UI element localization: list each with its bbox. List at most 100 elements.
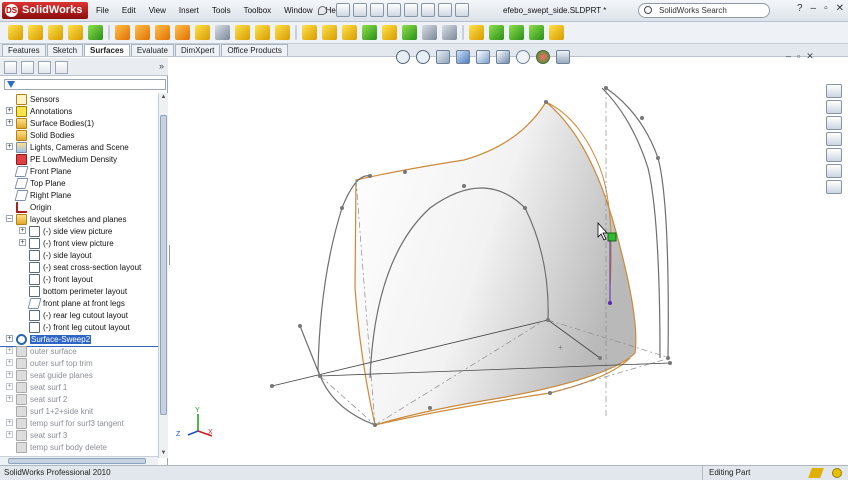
tree-item[interactable]: (-) front leg cutout layout bbox=[29, 321, 130, 333]
swept-surface-icon[interactable] bbox=[48, 25, 63, 40]
tab-sketch[interactable]: Sketch bbox=[46, 44, 84, 56]
quick-tips-icon[interactable] bbox=[808, 468, 824, 478]
tab-dimxpert[interactable]: DimXpert bbox=[174, 44, 221, 56]
tree-item[interactable]: Surface Bodies(1) bbox=[16, 117, 94, 129]
tree-item[interactable]: (-) side layout bbox=[29, 249, 91, 261]
edit-appearance-icon[interactable] bbox=[536, 50, 550, 64]
knit-surface-icon[interactable] bbox=[275, 25, 290, 40]
ruled-surface-icon[interactable] bbox=[175, 25, 190, 40]
tree-item[interactable]: bottom perimeter layout bbox=[29, 285, 127, 297]
options-icon[interactable] bbox=[455, 3, 469, 17]
help-question-icon[interactable]: ? bbox=[797, 3, 803, 14]
tree-item[interactable]: front plane at front legs bbox=[27, 297, 125, 309]
graphics-restore-icon[interactable]: ▫ bbox=[797, 51, 800, 62]
spline-icon[interactable] bbox=[529, 25, 544, 40]
graphics-minimize-icon[interactable]: – bbox=[786, 51, 791, 62]
tree-item[interactable]: seat surf 1 bbox=[16, 381, 67, 393]
boundary-surface-icon[interactable] bbox=[88, 25, 103, 40]
move-face-icon[interactable] bbox=[362, 25, 377, 40]
scrollbar-thumb[interactable] bbox=[160, 115, 167, 415]
expand-icon[interactable]: + bbox=[6, 143, 13, 150]
help-icon[interactable] bbox=[832, 468, 842, 478]
tree-item[interactable]: seat guide planes bbox=[16, 369, 93, 381]
reference-geometry-icon[interactable] bbox=[402, 25, 417, 40]
solidworks-resources-icon[interactable] bbox=[826, 84, 842, 98]
hide-show-items-icon[interactable] bbox=[516, 50, 530, 64]
line-icon[interactable] bbox=[489, 25, 504, 40]
delete-face-icon[interactable] bbox=[215, 25, 230, 40]
trim-surface-icon[interactable] bbox=[235, 25, 250, 40]
solidworks-logo[interactable]: DS SolidWorks bbox=[2, 2, 88, 19]
more-tabs-icon[interactable]: » bbox=[159, 61, 164, 71]
thicken-icon[interactable] bbox=[322, 25, 337, 40]
expand-icon[interactable]: + bbox=[6, 359, 13, 366]
tree-item[interactable]: temp surf for surf3 tangent bbox=[16, 417, 124, 429]
collapse-icon[interactable]: – bbox=[6, 215, 13, 222]
solidworks-search-input[interactable]: SolidWorks Search bbox=[638, 3, 770, 18]
scroll-down-icon[interactable]: ▼ bbox=[160, 450, 167, 457]
scroll-up-icon[interactable]: ▲ bbox=[160, 94, 167, 101]
expand-icon[interactable]: + bbox=[6, 383, 13, 390]
revolved-surface-icon[interactable] bbox=[28, 25, 43, 40]
menu-view[interactable]: View bbox=[149, 0, 166, 22]
tree-item[interactable]: (-) seat cross-section layout bbox=[29, 261, 141, 273]
appearances-scenes-icon[interactable] bbox=[826, 164, 842, 178]
expand-icon[interactable]: + bbox=[19, 239, 26, 246]
model-viewport[interactable]: + Y Z X bbox=[170, 58, 825, 465]
file-explorer-icon[interactable] bbox=[826, 116, 842, 130]
feature-manager-tab-icon[interactable] bbox=[4, 61, 17, 74]
tree-item[interactable]: (-) front layout bbox=[29, 273, 93, 285]
expand-icon[interactable]: + bbox=[6, 431, 13, 438]
menu-tools[interactable]: Tools bbox=[212, 0, 231, 22]
tree-item[interactable]: temp surf body delete bbox=[16, 441, 107, 453]
menu-window[interactable]: Window bbox=[284, 0, 312, 22]
tree-item[interactable]: (-) rear leg cutout layout bbox=[29, 309, 128, 321]
lofted-surface-icon[interactable] bbox=[68, 25, 83, 40]
menu-insert[interactable]: Insert bbox=[179, 0, 199, 22]
extruded-surface-icon[interactable] bbox=[8, 25, 23, 40]
expand-icon[interactable]: + bbox=[6, 419, 13, 426]
view-orientation-icon[interactable] bbox=[476, 50, 490, 64]
thicken-cut-icon[interactable] bbox=[442, 25, 457, 40]
apply-scene-icon[interactable] bbox=[556, 50, 570, 64]
tree-item[interactable]: surf 1+2+side knit bbox=[16, 405, 93, 417]
tree-item[interactable]: Origin bbox=[16, 201, 51, 213]
tree-horizontal-scrollbar[interactable] bbox=[0, 456, 158, 465]
tree-item[interactable]: Front Plane bbox=[14, 165, 71, 177]
tab-surfaces[interactable]: Surfaces bbox=[84, 44, 130, 56]
offset-surface-icon[interactable] bbox=[135, 25, 150, 40]
surface-sweep-face[interactable] bbox=[354, 101, 637, 426]
rebuild-icon[interactable] bbox=[438, 3, 452, 17]
display-style-icon[interactable] bbox=[496, 50, 510, 64]
custom-properties-icon[interactable] bbox=[826, 180, 842, 194]
scrollbar-thumb[interactable] bbox=[8, 458, 146, 464]
tree-item[interactable]: Lights, Cameras and Scene bbox=[16, 141, 129, 153]
section-view-icon[interactable] bbox=[456, 50, 470, 64]
tree-item[interactable]: PE Low/Medium Density bbox=[16, 153, 117, 165]
expand-icon[interactable]: + bbox=[6, 119, 13, 126]
menu-toolbox[interactable]: Toolbox bbox=[244, 0, 272, 22]
tab-office-products[interactable]: Office Products bbox=[221, 44, 288, 56]
tree-item[interactable]: (-) front view picture bbox=[29, 237, 114, 249]
radiate-surface-icon[interactable] bbox=[155, 25, 170, 40]
save-icon[interactable] bbox=[370, 3, 384, 17]
tree-item[interactable]: outer surface bbox=[16, 345, 77, 357]
tree-filter-input[interactable] bbox=[4, 79, 166, 90]
tab-evaluate[interactable]: Evaluate bbox=[130, 44, 174, 56]
tree-item[interactable]: (-) side view picture bbox=[29, 225, 112, 237]
design-library-icon[interactable] bbox=[826, 100, 842, 114]
previous-view-icon[interactable] bbox=[436, 50, 450, 64]
tree-item[interactable]: Solid Bodies bbox=[16, 129, 74, 141]
sketch-plane-icon[interactable] bbox=[549, 25, 564, 40]
menu-file[interactable]: File bbox=[96, 0, 109, 22]
tree-item[interactable]: Sensors bbox=[16, 93, 59, 105]
tab-features[interactable]: Features bbox=[2, 44, 46, 56]
replace-face-icon[interactable] bbox=[342, 25, 357, 40]
curves-icon[interactable] bbox=[382, 25, 397, 40]
tree-item[interactable]: Right Plane bbox=[14, 189, 71, 201]
undo-icon[interactable] bbox=[404, 3, 418, 17]
select-icon[interactable] bbox=[421, 3, 435, 17]
planar-surface-icon[interactable] bbox=[115, 25, 130, 40]
new-document-icon[interactable] bbox=[336, 3, 350, 17]
tree-item[interactable]: Top Plane bbox=[14, 177, 66, 189]
